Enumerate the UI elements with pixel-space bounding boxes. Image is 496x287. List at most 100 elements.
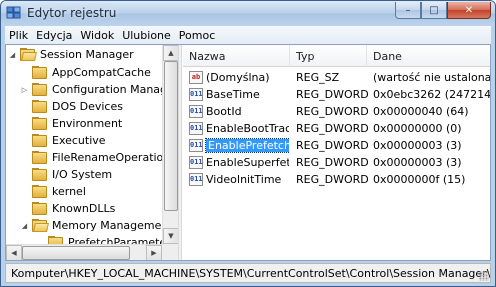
status-bar: Komputer\HKEY_LOCAL_MACHINE\SYSTEM\Curre… (5, 263, 491, 283)
value-name-cell: 011 BaseTime (189, 86, 289, 103)
value-data: 0x00000040 (64) (373, 105, 469, 118)
tree-node-label: Configuration Manager (52, 83, 178, 96)
maximize-button[interactable]: □ (421, 2, 447, 19)
tree-node-executive[interactable]: Executive (20, 132, 106, 149)
value-row-enableboottrace[interactable]: 011 EnableBootTrace REG_DWORD 0x00000000… (183, 120, 490, 137)
window-title: Edytor rejestru (27, 6, 117, 20)
scroll-right-icon[interactable]: ▶ (146, 245, 162, 260)
tree-horizontal-scroll-thumb[interactable] (22, 246, 130, 260)
tree-node-label: KnownDLLs (52, 202, 116, 215)
column-header-typ[interactable]: Typ (290, 45, 367, 67)
binary-value-icon: 011 (189, 105, 203, 118)
value-row-basetime[interactable]: 011 BaseTime REG_DWORD 0x0ebc3262 (24721… (183, 86, 490, 103)
value-type: REG_DWORD (296, 122, 368, 135)
tree-vertical-scroll-thumb[interactable] (164, 61, 178, 211)
value-data: 0x0000000f (15) (373, 173, 466, 186)
tree-node-label: kernel (52, 185, 86, 198)
collapse-arrow-icon[interactable]: ◢ (8, 50, 17, 59)
folder-icon (32, 168, 48, 181)
value-row-domyslna[interactable]: ab (Domyślna) REG_SZ (wartość nie ustalo… (183, 69, 490, 86)
close-button[interactable]: ✕ (447, 2, 491, 19)
value-name: EnableSuperfetch (206, 156, 289, 169)
resize-grip-icon[interactable] (479, 271, 489, 281)
menu-pomoc[interactable]: Pomoc (179, 29, 215, 42)
menu-ulubione[interactable]: Ulubione (122, 29, 171, 42)
folder-open-icon (32, 219, 49, 232)
caption-buttons: – □ ✕ (395, 2, 491, 20)
tree-node-knowndlls[interactable]: KnownDLLs (20, 200, 115, 217)
registry-editor-app-icon (6, 6, 21, 19)
scroll-left-icon[interactable]: ◀ (6, 245, 22, 260)
value-name-cell: 011 EnablePrefetcher (189, 137, 289, 154)
tree-node-session-manager[interactable]: ◢ Session Manager (8, 46, 134, 63)
tree-node-label: FileRenameOperations (52, 151, 176, 164)
value-type: REG_SZ (296, 71, 340, 84)
tree-expander (20, 68, 29, 77)
binary-value-icon: 011 (189, 173, 203, 186)
tree-node-label: DOS Devices (52, 100, 123, 113)
binary-value-icon: 011 (189, 88, 203, 101)
menu-plik[interactable]: Plik (9, 29, 28, 42)
tree-expander (20, 102, 29, 111)
tree-node-io-system[interactable]: I/O System (20, 166, 112, 183)
registry-editor-window: Edytor rejestru – □ ✕ Plik Edycja Widok … (0, 0, 496, 287)
tree-expander (20, 204, 29, 213)
value-name: VideoInitTime (206, 173, 282, 186)
column-header-dane[interactable]: Dane (367, 45, 490, 67)
menu-edycja[interactable]: Edycja (36, 29, 72, 42)
string-value-icon: ab (189, 71, 203, 84)
scroll-down-icon[interactable]: ▼ (163, 228, 178, 244)
tree-expander (20, 136, 29, 145)
folder-icon (32, 100, 48, 113)
value-row-enableprefetcher[interactable]: 011 EnablePrefetcher REG_DWORD 0x0000000… (183, 137, 490, 154)
tree-node-label: AppCompatCache (52, 66, 151, 79)
value-row-bootid[interactable]: 011 BootId REG_DWORD 0x00000040 (64) (183, 103, 490, 120)
value-type: REG_DWORD (296, 105, 368, 118)
expand-arrow-icon[interactable]: ▷ (20, 85, 29, 94)
collapse-arrow-icon[interactable]: ◢ (20, 221, 29, 230)
value-name-cell: ab (Domyślna) (189, 69, 289, 86)
tree-horizontal-scrollbar[interactable]: ◀ ▶ (6, 244, 162, 260)
value-type: REG_DWORD (296, 173, 368, 186)
folder-icon (32, 185, 48, 198)
binary-value-icon: 011 (189, 122, 203, 135)
values-list: Nazwa Typ Dane ab (Domyślna) REG_SZ (war… (183, 45, 490, 260)
value-name: BootId (206, 105, 242, 118)
main-content: ◢ Session Manager AppCompatCache ▷ Confi… (5, 44, 491, 261)
value-name-cell: 011 EnableSuperfetch (189, 154, 289, 171)
value-row-enablesuperfetch[interactable]: 011 EnableSuperfetch REG_DWORD 0x0000000… (183, 154, 490, 171)
value-row-videoinittime[interactable]: 011 VideoInitTime REG_DWORD 0x0000000f (… (183, 171, 490, 188)
tree-node-label: Executive (52, 134, 106, 147)
value-data: 0x0ebc3262 (247214690) (373, 88, 490, 101)
tree-expander (20, 119, 29, 128)
scroll-up-icon[interactable]: ▲ (163, 45, 178, 61)
tree-vertical-scrollbar[interactable]: ▲ ▼ (162, 45, 178, 244)
folder-icon (32, 151, 48, 164)
tree-node-environment[interactable]: Environment (20, 115, 122, 132)
value-data: (wartość nie ustalona) (373, 71, 490, 84)
tree-node-label: Memory Management (52, 219, 173, 232)
value-type: REG_DWORD (296, 139, 368, 152)
minimize-button[interactable]: – (395, 2, 421, 19)
tree-node-appcompatcache[interactable]: AppCompatCache (20, 64, 151, 81)
tree-node-configuration-manager[interactable]: ▷ Configuration Manager (20, 81, 178, 98)
value-type: REG_DWORD (296, 156, 368, 169)
tree-node-dos-devices[interactable]: DOS Devices (20, 98, 123, 115)
list-header: Nazwa Typ Dane (183, 45, 490, 67)
value-name: EnablePrefetcher (204, 138, 289, 153)
tree-node-filerenameoperations[interactable]: FileRenameOperations (20, 149, 176, 166)
tree-node-kernel[interactable]: kernel (20, 183, 86, 200)
binary-value-icon: 011 (189, 139, 203, 152)
menu-widok[interactable]: Widok (80, 29, 114, 42)
value-name-cell: 011 BootId (189, 103, 289, 120)
value-name: EnableBootTrace (206, 122, 289, 135)
value-name-cell: 011 VideoInitTime (189, 171, 289, 188)
pane-splitter[interactable] (178, 45, 182, 260)
folder-open-icon (20, 48, 37, 61)
column-header-nazwa[interactable]: Nazwa (183, 45, 290, 67)
title-bar[interactable]: Edytor rejestru – □ ✕ (1, 1, 495, 26)
scrollbar-corner (162, 244, 178, 260)
tree-node-memory-management[interactable]: ◢ Memory Management (20, 217, 173, 234)
registry-tree: ◢ Session Manager AppCompatCache ▷ Confi… (6, 45, 178, 260)
value-name: BaseTime (206, 88, 260, 101)
